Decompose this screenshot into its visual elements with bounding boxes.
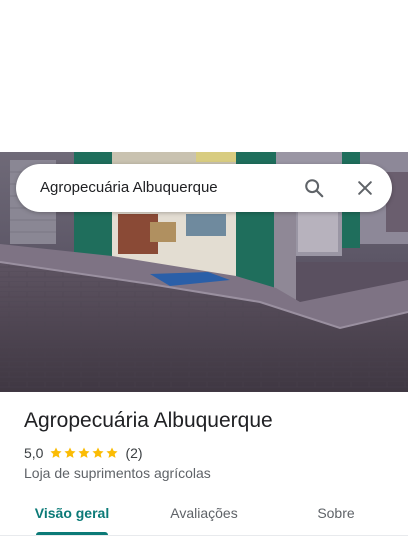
star-icon [78, 447, 91, 458]
search-bar[interactable]: Agropecuária Albuquerque [16, 164, 392, 212]
place-category: Loja de suprimentos agrícolas [24, 465, 211, 481]
search-icon [305, 179, 324, 198]
star-icon [50, 447, 63, 458]
close-button[interactable] [349, 172, 381, 204]
rating-value: 5,0 [24, 445, 44, 461]
place-title: Agropecuária Albuquerque [24, 409, 273, 432]
rating-row[interactable]: 5,0 (2) [24, 444, 143, 462]
rating-stars [49, 446, 119, 460]
star-icon [92, 447, 105, 458]
tab-overview[interactable]: Visão geral [24, 494, 120, 532]
review-count[interactable]: (2) [125, 445, 142, 461]
tab-about[interactable]: Sobre [288, 494, 384, 532]
search-button[interactable] [298, 172, 330, 204]
tab-reviews[interactable]: Avaliações [156, 494, 252, 532]
blank-header-area [0, 0, 408, 152]
place-tabs: Visão geral Avaliações Sobre [0, 494, 408, 536]
star-icon [64, 447, 77, 458]
search-query-text[interactable]: Agropecuária Albuquerque [40, 164, 218, 212]
close-icon [358, 181, 372, 195]
star-icon [106, 447, 119, 458]
tabs-divider [0, 535, 408, 536]
